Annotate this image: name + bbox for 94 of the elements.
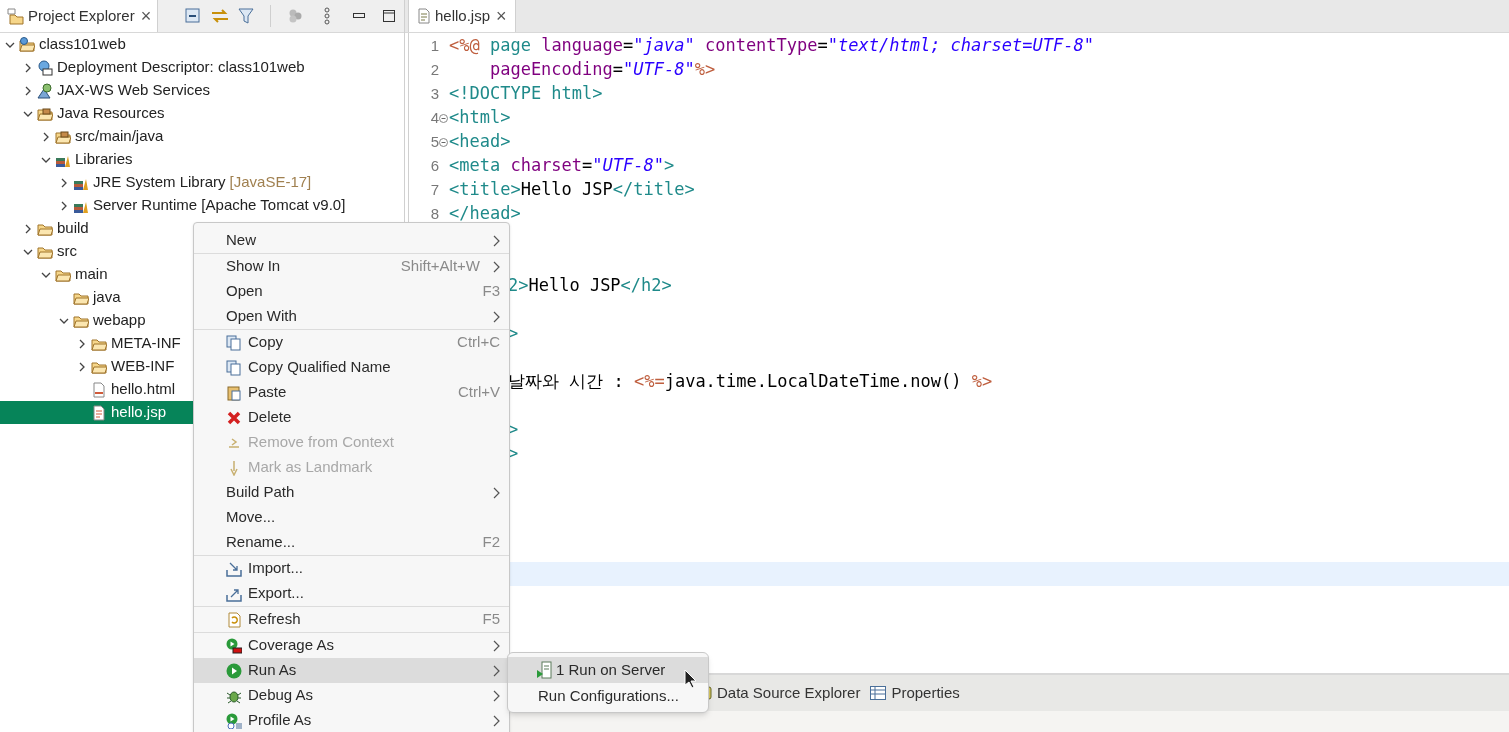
menu-item[interactable]: Paste Ctrl+V <box>194 380 509 405</box>
tree-item[interactable]: META-INF <box>111 332 181 355</box>
view-menu-icon[interactable] <box>323 7 331 25</box>
line-number: 3 <box>430 84 439 102</box>
globe-badge-icon <box>37 59 53 76</box>
tree-item[interactable]: webapp <box>93 309 146 332</box>
file-icon <box>417 8 431 24</box>
tab-title[interactable]: hello.jsp <box>435 4 491 28</box>
explorer-folder-icon <box>6 7 24 25</box>
tree-item[interactable]: Deployment Descriptor: class101web <box>57 56 305 79</box>
menu-item[interactable]: Rename... F2 <box>194 530 509 555</box>
close-icon[interactable]: × <box>496 7 507 25</box>
collapse-all-icon[interactable] <box>184 7 202 25</box>
menu-item[interactable]: Build Path <box>194 480 509 505</box>
tree-item[interactable]: main <box>75 263 108 286</box>
project-explorer-tab[interactable]: Project Explorer × <box>0 0 158 32</box>
minimize-icon[interactable] <box>353 13 365 19</box>
code-line: <!DOCTYPE html> <box>449 82 603 106</box>
dots-cluster-icon[interactable] <box>287 8 303 24</box>
line-number: 2 <box>430 60 439 78</box>
tree-item[interactable]: hello.jsp <box>111 401 167 424</box>
file-icon <box>91 381 107 398</box>
code-line: <head> <box>449 130 511 154</box>
project-folder-icon <box>19 36 35 53</box>
filter-icon[interactable] <box>238 7 254 25</box>
menu-item[interactable]: Copy Ctrl+C <box>194 330 509 355</box>
tree-item[interactable]: class101web <box>39 33 126 56</box>
menu-item[interactable]: Open F3 <box>194 279 509 304</box>
line-number: 5 <box>430 132 439 150</box>
code-line: <html> <box>449 106 511 130</box>
menu-item[interactable]: Refresh F5 <box>194 607 509 632</box>
code-line: pageEncoding="UTF-8"%> <box>488 58 716 82</box>
panel-tab[interactable]: Properties <box>891 681 960 705</box>
menu-item[interactable]: 1 Run on Server <box>508 657 708 683</box>
line-number: 6 <box>430 156 439 174</box>
code-line: <title>Hello JSP</title> <box>449 178 695 202</box>
fold-icon[interactable] <box>439 113 448 123</box>
paste-icon <box>226 384 242 401</box>
tree-item[interactable]: Libraries <box>75 148 133 171</box>
tree-row-selected[interactable]: hello.jsp <box>0 401 195 424</box>
copy-icon <box>226 334 242 351</box>
tree-item[interactable]: build <box>57 217 89 240</box>
menu-item[interactable]: Run Configurations... <box>508 683 708 709</box>
close-icon[interactable]: × <box>140 7 152 25</box>
line-number: 4 <box>430 108 439 126</box>
tree-item[interactable]: JAX-WS Web Services <box>57 79 211 102</box>
panel-tab[interactable]: Data Source Explorer <box>717 681 861 705</box>
play-badge-icon <box>226 712 242 729</box>
tree-item[interactable]: JRE System Library <box>93 171 226 194</box>
tree-item[interactable]: WEB-INF <box>111 355 175 378</box>
tree-item[interactable]: java <box>93 286 121 309</box>
table-icon <box>870 686 887 700</box>
tree-item[interactable]: Java Resources <box>57 102 165 125</box>
maximize-icon[interactable] <box>383 10 395 22</box>
editor-tab[interactable]: hello.jsp × <box>408 0 516 32</box>
tree-item[interactable]: Server Runtime [Apache Tomcat v9.0] <box>93 194 346 217</box>
code-line: <meta charset="UTF-8"> <box>449 154 675 178</box>
play-icon <box>226 662 242 679</box>
globe-icon <box>37 82 53 99</box>
file-icon <box>91 404 107 421</box>
tree-item[interactable]: src/main/java <box>75 125 164 148</box>
line-number: 7 <box>430 180 439 198</box>
code-line: </head> <box>449 202 521 226</box>
refresh-icon <box>226 611 242 628</box>
menu-item[interactable]: Import... <box>194 556 509 581</box>
server-icon <box>536 661 552 679</box>
menu-item[interactable]: Copy Qualified Name <box>194 355 509 380</box>
menu-item[interactable]: New <box>194 228 509 253</box>
code-line: <%@ page language="java" contentType="text/html; charset=UTF-8" <box>449 34 1094 58</box>
import-tray-icon <box>226 560 242 577</box>
fold-icon[interactable] <box>439 137 448 147</box>
code-line: 날짜와 시간 : <%=java.time.LocalDateTime.now() %> <box>508 370 993 394</box>
menu-item[interactable]: Export... <box>194 581 509 606</box>
menu-item[interactable]: Delete <box>194 405 509 430</box>
delete-icon <box>226 409 242 426</box>
cursor-icon <box>684 669 697 689</box>
menu-item[interactable]: Run As <box>194 658 509 683</box>
tree-item[interactable]: src <box>57 240 77 263</box>
menu-item[interactable]: Profile As <box>194 708 509 732</box>
tab-title[interactable]: Project Explorer <box>28 4 135 28</box>
line-number: 8 <box>430 204 439 222</box>
package-folder-icon <box>37 105 53 122</box>
tree-item[interactable]: hello.html <box>111 378 176 401</box>
menu-item[interactable]: Open With <box>194 304 509 329</box>
line-number: 1 <box>430 36 439 54</box>
play-badge-icon <box>226 637 242 654</box>
copy-icon <box>226 359 242 376</box>
code-line: 2>Hello JSP</h2> <box>508 274 672 298</box>
tree-item-decoration: [JavaSE-17] <box>229 172 312 193</box>
menu-item[interactable]: Move... <box>194 505 509 530</box>
menu-item[interactable]: Show In Shift+Alt+W <box>194 254 509 279</box>
menu-item[interactable]: Coverage As <box>194 633 509 658</box>
menu-item[interactable]: Debug As <box>194 683 509 708</box>
package-folder-icon <box>55 128 71 145</box>
